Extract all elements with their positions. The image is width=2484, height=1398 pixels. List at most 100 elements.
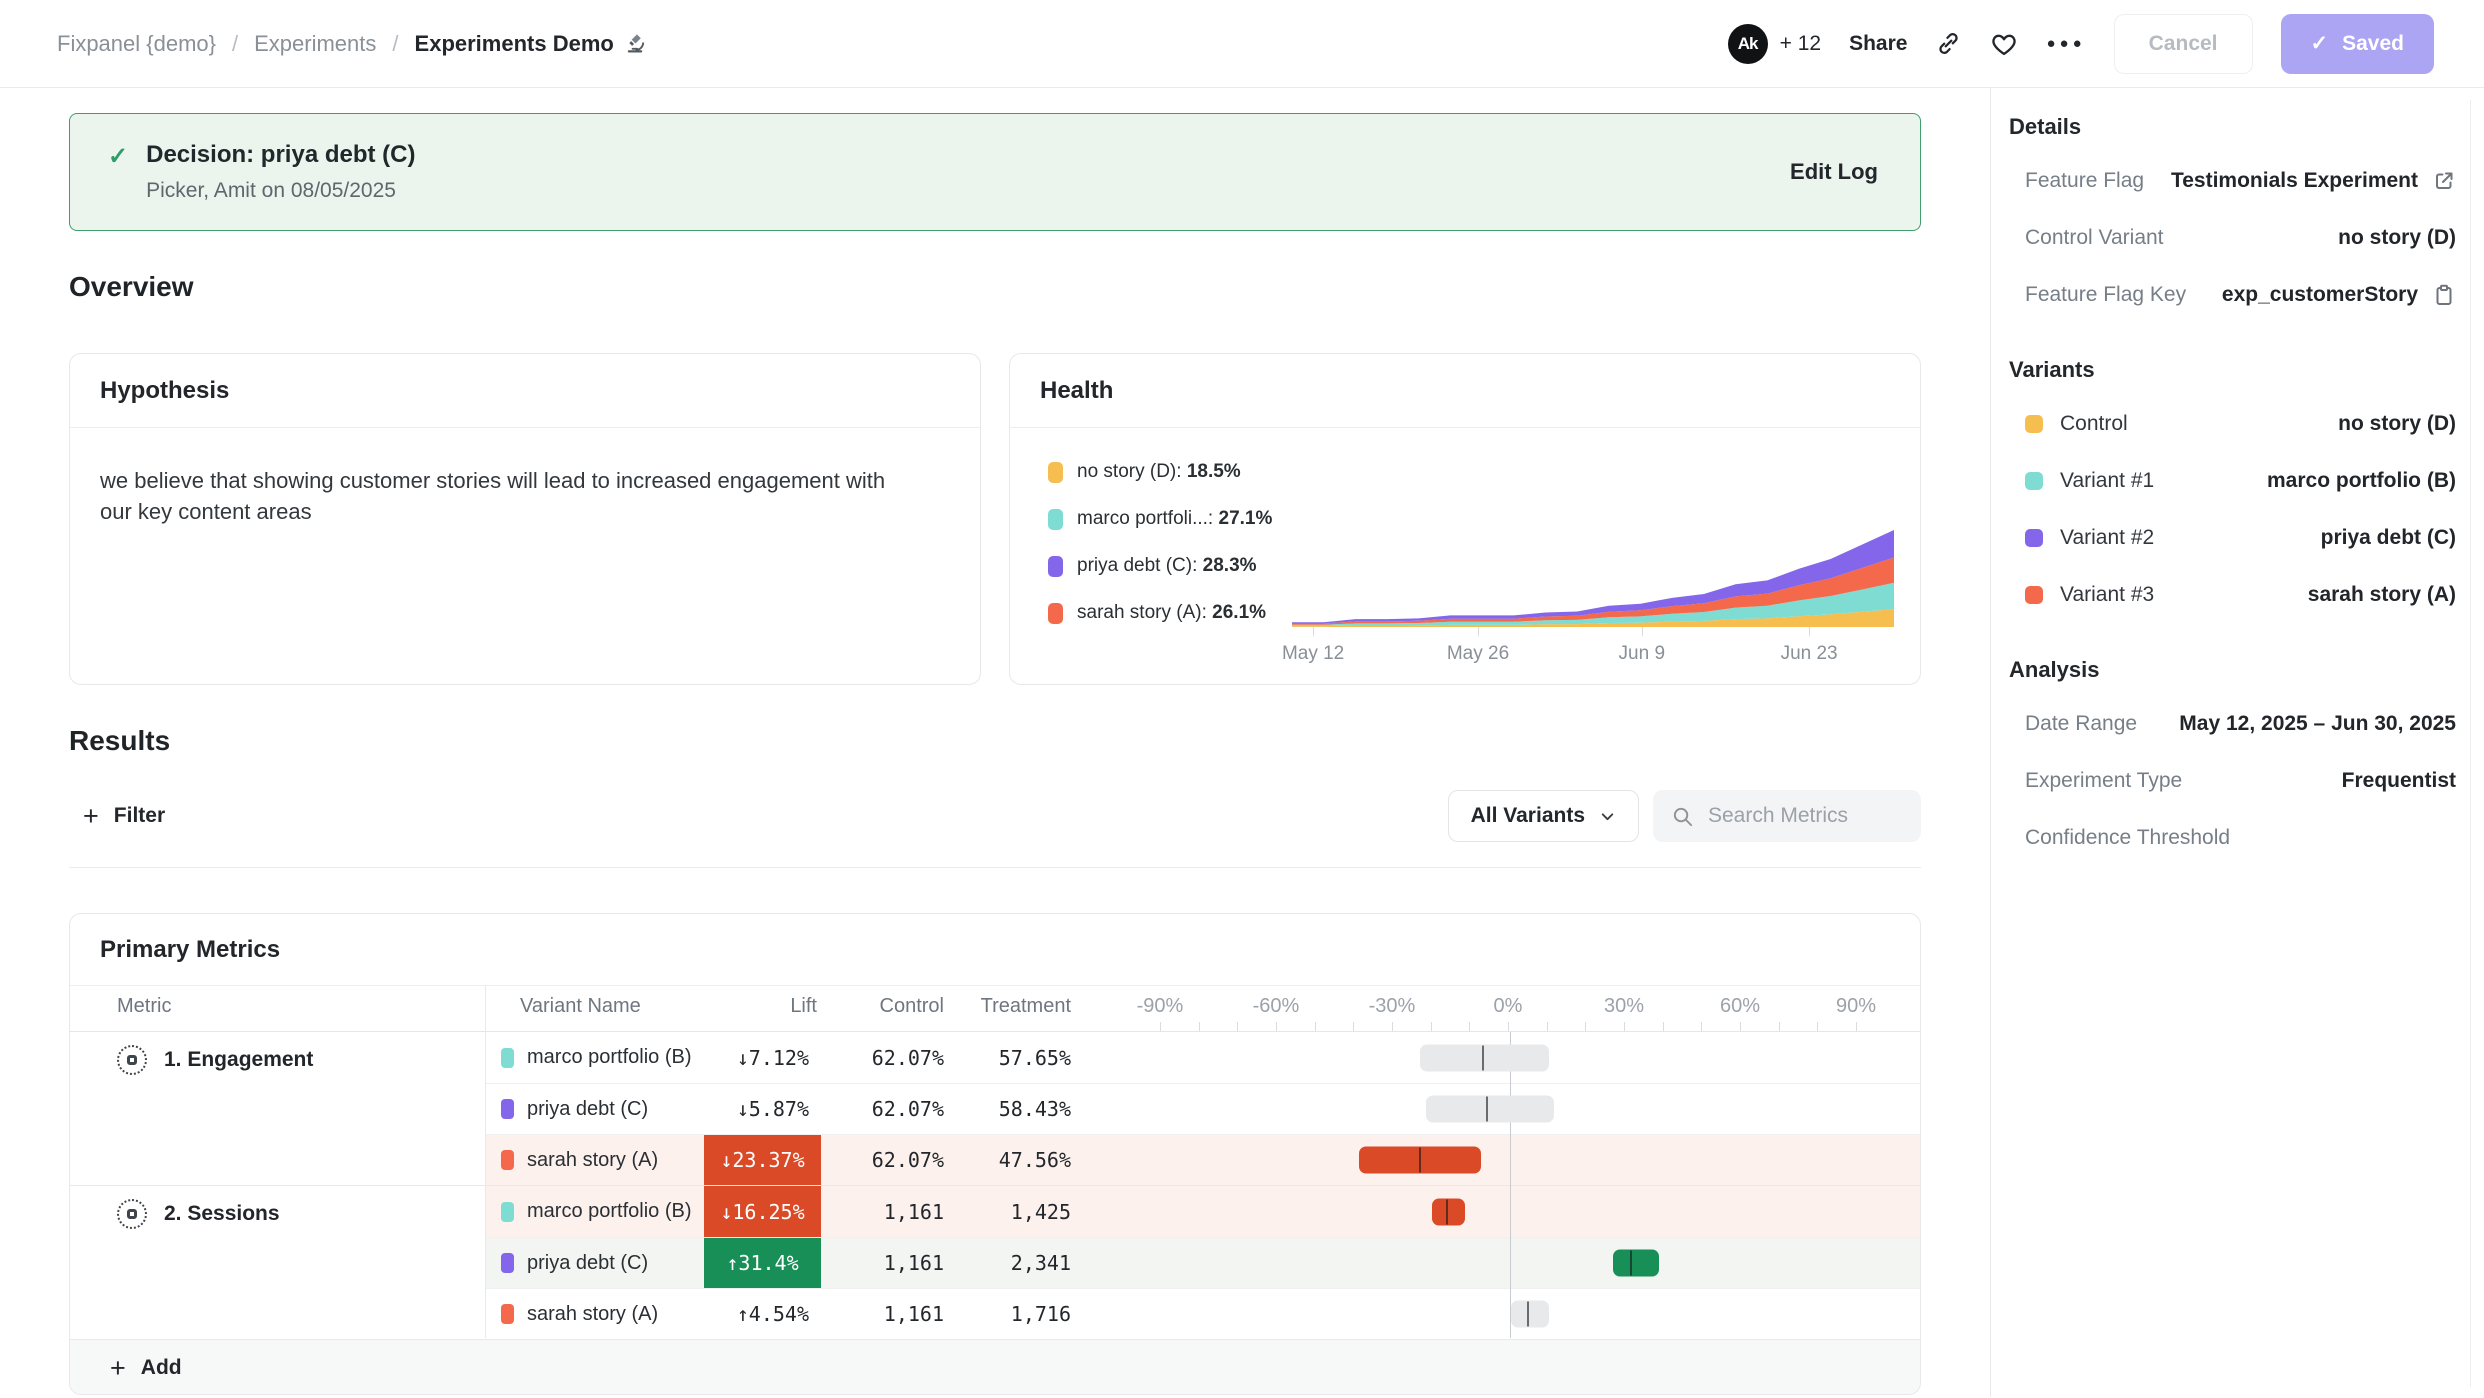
gauge-ruler-tick [1701, 1022, 1702, 1031]
sidebar-row-value: May 12, 2025 – Jun 30, 2025 [2179, 712, 2456, 736]
sidebar-row-label: Confidence Threshold [2009, 826, 2230, 850]
sidebar-row: Feature FlagTestimonials Experiment [2009, 152, 2456, 209]
results-heading: Results [69, 725, 1921, 757]
lift-point-marker [1482, 1045, 1484, 1070]
breadcrumb-separator: / [232, 31, 238, 57]
health-title: Health [1010, 354, 1920, 428]
health-legend-item[interactable]: marco portfoli...: 27.1% [1048, 508, 1272, 530]
sidebar-row: Confidence Threshold [2009, 809, 2456, 866]
confidence-interval-bar [1613, 1250, 1659, 1277]
variant-row[interactable]: marco portfolio (B)↓16.25%1,1611,425 [485, 1186, 1920, 1237]
gauge-ruler-tick [1199, 1022, 1200, 1031]
external-link-icon[interactable] [2432, 169, 2456, 193]
health-card: Health no story (D): 18.5% marco portfoli… [1009, 353, 1921, 685]
gauge-ruler-tick [1276, 1022, 1277, 1031]
breadcrumb: Fixpanel {demo}/Experiments/Experiments … [57, 31, 647, 57]
variant-color-swatch [501, 1304, 514, 1324]
metric-cell[interactable]: 1. Engagement [70, 1032, 485, 1185]
sidebar-row-value: exp_customerStory [2222, 283, 2418, 307]
variant-row[interactable]: priya debt (C)↓5.87%62.07%58.43% [485, 1083, 1920, 1134]
breadcrumb-item[interactable]: Experiments Demo [415, 31, 647, 57]
lift-point-marker [1446, 1199, 1448, 1224]
confidence-interval-bar [1511, 1301, 1549, 1328]
variant-color-swatch [501, 1150, 514, 1170]
metric-name: 1. Engagement [164, 1048, 313, 1072]
confidence-interval-bar [1420, 1044, 1549, 1071]
primary-metrics-title: Primary Metrics [70, 914, 1920, 986]
results-divider [69, 867, 1921, 868]
column-divider [485, 986, 486, 1031]
sidebar-row-value: no story (D) [2338, 412, 2456, 436]
variant-row[interactable]: priya debt (C)↑31.4%1,1612,341 [485, 1237, 1920, 1288]
hypothesis-card: Hypothesis we believe that showing custo… [69, 353, 981, 685]
health-legend-item[interactable]: no story (D): 18.5% [1048, 461, 1272, 483]
metric-cell[interactable]: 2. Sessions [70, 1186, 485, 1339]
gauge-axis-tick-label: 0% [1494, 995, 1523, 1018]
gauge-ruler-tick [1740, 1022, 1741, 1031]
variants-dropdown[interactable]: All Variants [1448, 790, 1639, 842]
add-metric-button[interactable]: + Add [70, 1339, 1920, 1395]
variant-row[interactable]: sarah story (A)↓23.37%62.07%47.56% [485, 1134, 1920, 1185]
health-legend-item[interactable]: priya debt (C): 28.3% [1048, 555, 1272, 577]
variant-row[interactable]: sarah story (A)↑4.54%1,1611,716 [485, 1288, 1920, 1339]
variant-name: marco portfolio (B) [527, 1046, 692, 1069]
legend-label: no story (D): 18.5% [1077, 461, 1241, 483]
gauge-axis-tick-label: -30% [1369, 995, 1416, 1018]
gauge-ruler-tick [1624, 1022, 1625, 1031]
sidebar-section-details: Details Feature FlagTestimonials Experime… [2009, 88, 2456, 323]
table-body: 1. Engagement marco portfolio (B)↓7.12%62… [70, 1032, 1920, 1339]
variant-name: priya debt (C) [527, 1252, 648, 1275]
variant-row[interactable]: marco portfolio (B)↓7.12%62.07%57.65% [485, 1032, 1920, 1083]
gauge-ruler-tick [1856, 1022, 1857, 1031]
health-legend-item[interactable]: sarah story (A): 26.1% [1048, 602, 1272, 624]
sidebar-row-value: Frequentist [2342, 769, 2456, 793]
favorite-heart-icon[interactable] [1990, 30, 2018, 58]
lift-point-marker [1419, 1148, 1421, 1173]
gauge-ruler-tick [1353, 1022, 1354, 1031]
collaborators-count[interactable]: + 12 [1780, 32, 1821, 56]
main-content: ✓ Decision: priya debt (C) Picker, Amit … [0, 88, 1990, 1397]
control-value: 1,161 [821, 1200, 948, 1224]
variant-name: sarah story (A) [527, 1149, 658, 1172]
sidebar-row: Date RangeMay 12, 2025 – Jun 30, 2025 [2009, 695, 2456, 752]
gauge-ruler-tick [1237, 1022, 1238, 1031]
metric-group: 1. Engagement marco portfolio (B)↓7.12%62… [70, 1032, 1920, 1185]
sidebar-row: Feature Flag Key exp_customerStory [2009, 266, 2456, 323]
control-value: 1,161 [821, 1302, 948, 1326]
avatar[interactable]: Ak [1728, 24, 1768, 64]
decision-subtitle: Picker, Amit on 08/05/2025 [146, 179, 415, 203]
hypothesis-body: we believe that showing customer stories… [70, 428, 950, 564]
edit-log-button[interactable]: Edit Log [1790, 159, 1878, 185]
gauge-ruler-tick [1547, 1022, 1548, 1031]
add-filter-button[interactable]: + Filter [69, 804, 165, 828]
variant-color-swatch [501, 1048, 514, 1068]
x-axis-tick [1313, 627, 1314, 636]
sidebar-row-label: Feature Flag Key [2009, 283, 2186, 307]
confidence-interval-bar [1432, 1198, 1465, 1225]
details-sidebar: Details Feature FlagTestimonials Experime… [1990, 88, 2484, 1397]
treatment-value: 2,341 [948, 1251, 1075, 1275]
top-actions: Ak + 12 Share ●●● Cancel ✓ Saved [1728, 14, 2434, 74]
column-divider [485, 1032, 486, 1338]
lift-value: ↓5.87% [737, 1097, 821, 1121]
clipboard-icon[interactable] [2432, 283, 2456, 307]
cancel-button[interactable]: Cancel [2114, 14, 2253, 74]
lift-value: ↑4.54% [737, 1302, 821, 1326]
metric-goal-icon [117, 1045, 147, 1075]
search-metrics-box [1653, 790, 1921, 842]
more-options-icon[interactable]: ●●● [2046, 35, 2085, 52]
breadcrumb-item[interactable]: Experiments [254, 31, 376, 57]
search-metrics-input[interactable] [1708, 804, 1898, 828]
saved-button[interactable]: ✓ Saved [2281, 14, 2434, 74]
ci-gauge [1075, 1032, 1920, 1083]
copy-link-icon[interactable] [1935, 30, 1962, 57]
sidebar-row-label: Feature Flag [2009, 169, 2144, 193]
scrollbar-track[interactable] [2470, 100, 2471, 1387]
sidebar-section-heading: Details [2009, 114, 2456, 140]
breadcrumb-item[interactable]: Fixpanel {demo} [57, 31, 216, 57]
variant-color-swatch [2025, 586, 2043, 604]
share-button[interactable]: Share [1849, 32, 1907, 56]
gauge-ruler-tick [1817, 1022, 1818, 1031]
main-layout: ✓ Decision: priya debt (C) Picker, Amit … [0, 88, 2484, 1397]
metric-name: 2. Sessions [164, 1202, 280, 1226]
